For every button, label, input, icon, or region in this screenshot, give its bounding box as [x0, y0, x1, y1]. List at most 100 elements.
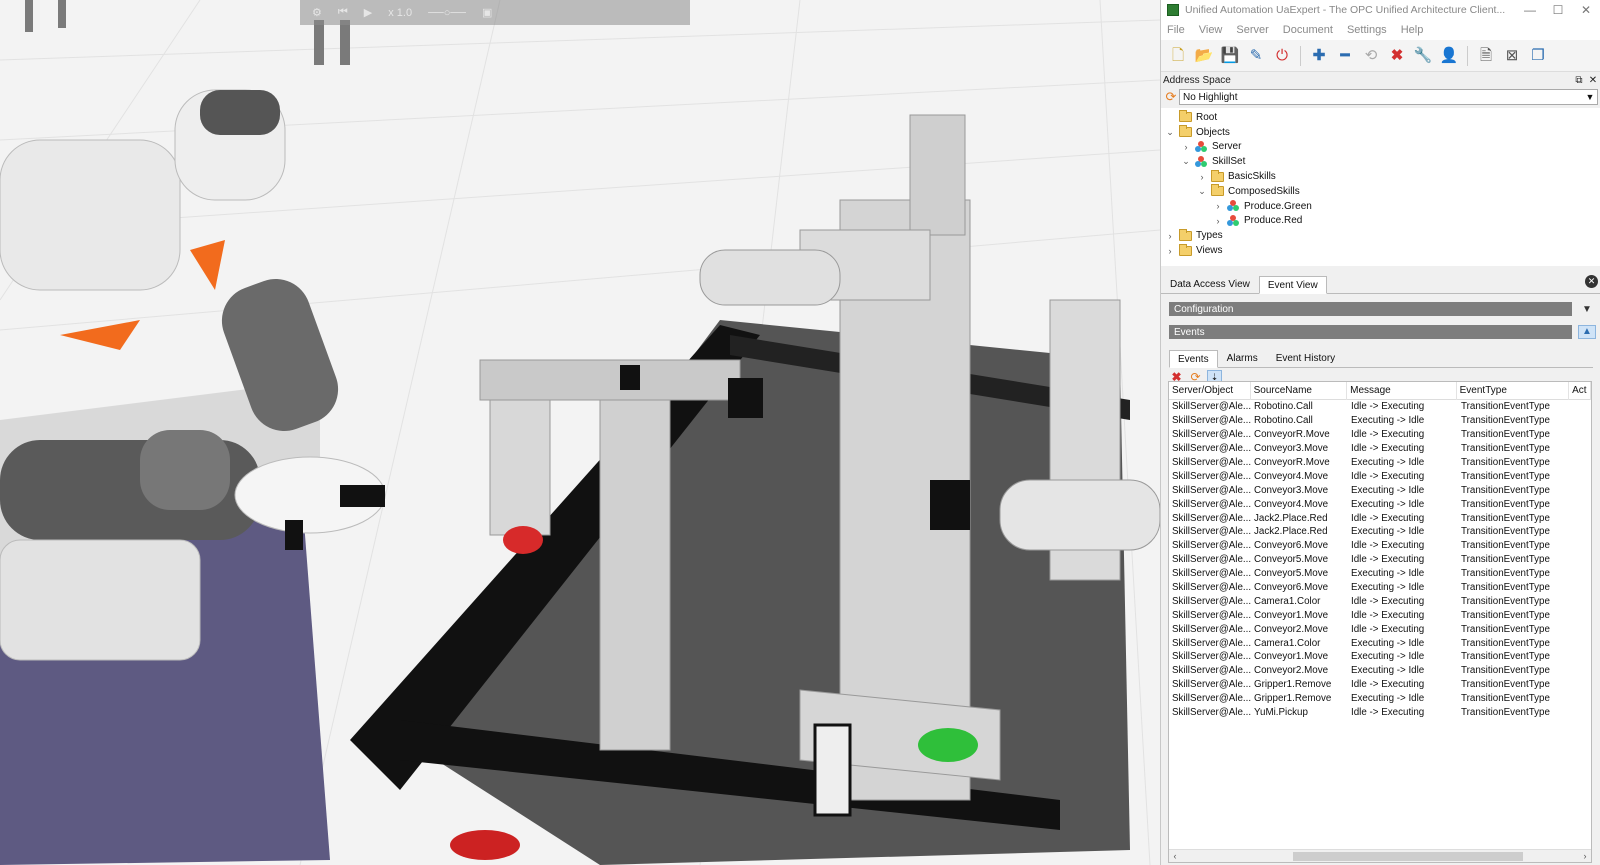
tree-node[interactable]: › Produce.Red [1161, 214, 1600, 229]
menu-document[interactable]: Document [1283, 24, 1333, 36]
address-space-header: Address Space ⧉ ✕ [1161, 72, 1600, 88]
user-icon[interactable]: 👤 [1438, 45, 1460, 67]
table-row[interactable]: SkillServer@Ale... Conveyor4.Move Idle -> … [1169, 469, 1591, 483]
table-row[interactable]: SkillServer@Ale... Jack2.Place.Red Idle ->… [1169, 511, 1591, 525]
column-act[interactable]: Act [1569, 382, 1591, 400]
table-row[interactable]: SkillServer@Ale... YuMi.Pickup Idle -> Exe… [1169, 706, 1591, 720]
table-row[interactable]: SkillServer@Ale... Conveyor3.Move Executin… [1169, 483, 1591, 497]
tree-node[interactable]: › BasicSkills [1161, 169, 1600, 184]
menu-server[interactable]: Server [1236, 24, 1268, 36]
tab-alarms[interactable]: Alarms [1218, 349, 1267, 367]
column-message[interactable]: Message [1347, 382, 1457, 400]
table-cell: SkillServer@Ale... [1172, 582, 1251, 594]
menu-help[interactable]: Help [1401, 24, 1424, 36]
tree-node[interactable]: › Server [1161, 140, 1600, 155]
expand-toggle-icon[interactable]: ⌄ [1195, 186, 1209, 197]
scroll-track[interactable] [1181, 851, 1579, 861]
tree-node[interactable]: Root [1161, 110, 1600, 125]
table-row[interactable]: SkillServer@Ale... Robotino.Call Executing… [1169, 414, 1591, 428]
menu-file[interactable]: File [1167, 24, 1185, 36]
expand-toggle-icon[interactable]: › [1163, 246, 1177, 256]
tree-node[interactable]: › Views [1161, 243, 1600, 258]
table-row[interactable]: SkillServer@Ale... Conveyor2.Move Idle -> … [1169, 622, 1591, 636]
collapse-icon[interactable]: ▲ [1578, 325, 1596, 339]
table-row[interactable]: SkillServer@Ale... ConveyorR.Move Executin… [1169, 456, 1591, 470]
column-event-type[interactable]: EventType [1457, 382, 1570, 400]
camera-icon[interactable]: ▣ [482, 6, 492, 19]
table-row[interactable]: SkillServer@Ale... Camera1.Color Executing… [1169, 636, 1591, 650]
save-as-icon[interactable]: ✎ [1245, 45, 1267, 67]
open-icon[interactable]: 📂 [1193, 45, 1215, 67]
events-section[interactable]: Events ▲ [1169, 324, 1596, 340]
close-view-icon[interactable]: ✕ [1585, 275, 1598, 288]
remove-server-icon[interactable]: ━ [1334, 45, 1356, 67]
highlight-value: No Highlight [1183, 91, 1238, 103]
table-cell: Conveyor6.Move [1254, 540, 1329, 552]
expand-icon[interactable]: ▼ [1578, 304, 1596, 315]
expand-toggle-icon[interactable]: ⌄ [1179, 156, 1193, 167]
table-cell: Executing -> Idle [1351, 568, 1425, 580]
expand-toggle-icon[interactable]: › [1179, 142, 1193, 152]
table-row[interactable]: SkillServer@Ale... Conveyor6.Move Idle -> … [1169, 539, 1591, 553]
table-row[interactable]: SkillServer@Ale... ConveyorR.Move Idle -> … [1169, 428, 1591, 442]
scroll-left-icon[interactable]: ‹ [1169, 851, 1181, 861]
scroll-thumb[interactable] [1293, 851, 1523, 861]
table-row[interactable]: SkillServer@Ale... Conveyor1.Move Executin… [1169, 650, 1591, 664]
power-icon[interactable]: ⏻ [1271, 45, 1293, 67]
speed-slider[interactable]: ──○── [428, 7, 466, 19]
horizontal-scrollbar[interactable]: ‹ › [1169, 849, 1591, 862]
tree-node[interactable]: ⌄ ComposedSkills [1161, 184, 1600, 199]
tree-node[interactable]: ⌄ Objects [1161, 125, 1600, 140]
table-row[interactable]: SkillServer@Ale... Jack2.Place.Red Executi… [1169, 525, 1591, 539]
table-row[interactable]: SkillServer@Ale... Conveyor2.Move Executin… [1169, 664, 1591, 678]
tree-node[interactable]: › Produce.Green [1161, 199, 1600, 214]
table-row[interactable]: SkillServer@Ale... Camera1.Color Idle -> E… [1169, 594, 1591, 608]
highlight-dropdown[interactable]: No Highlight ▼ [1179, 89, 1598, 105]
table-row[interactable]: SkillServer@Ale... Conveyor3.Move Idle -> … [1169, 442, 1591, 456]
table-row[interactable]: SkillServer@Ale... Gripper1.Remove Idle ->… [1169, 678, 1591, 692]
expand-toggle-icon[interactable]: › [1195, 172, 1209, 182]
new-document-icon[interactable]: 🗋 [1167, 45, 1189, 67]
scroll-right-icon[interactable]: › [1579, 851, 1591, 861]
menu-view[interactable]: View [1199, 24, 1223, 36]
expand-toggle-icon[interactable]: ⌄ [1163, 127, 1177, 138]
sync-icon[interactable]: ⟳ [1163, 89, 1179, 105]
expand-toggle-icon[interactable]: › [1163, 231, 1177, 241]
play-icon[interactable]: ▶ [364, 6, 372, 19]
disconnect-icon[interactable]: ✖ [1386, 45, 1408, 67]
table-row[interactable]: SkillServer@Ale... Conveyor1.Move Idle -> … [1169, 608, 1591, 622]
rewind-icon[interactable]: ⏮ [338, 6, 348, 19]
close-icon[interactable]: ✕ [1586, 75, 1600, 86]
table-row[interactable]: SkillServer@Ale... Conveyor5.Move Executin… [1169, 567, 1591, 581]
configuration-section[interactable]: Configuration ▼ [1169, 301, 1596, 317]
menu-settings[interactable]: Settings [1347, 24, 1387, 36]
column-source-name[interactable]: SourceName [1251, 382, 1348, 400]
settings-icon[interactable]: 🔧 [1412, 45, 1434, 67]
minimize-button[interactable]: — [1516, 3, 1544, 17]
tab-event-view[interactable]: Event View [1258, 276, 1327, 294]
connect-icon[interactable]: ⟲ [1360, 45, 1382, 67]
gear-icon[interactable]: ⚙ [312, 6, 322, 19]
close-button[interactable]: ✕ [1572, 3, 1600, 17]
add-server-icon[interactable]: ✚ [1308, 45, 1330, 67]
table-row[interactable]: SkillServer@Ale... Conveyor6.Move Executin… [1169, 581, 1591, 595]
table-row[interactable]: SkillServer@Ale... Gripper1.Remove Executi… [1169, 692, 1591, 706]
tree-node[interactable]: ⌄ SkillSet [1161, 154, 1600, 169]
expand-toggle-icon[interactable]: › [1211, 216, 1225, 226]
maximize-button[interactable]: ☐ [1544, 3, 1572, 17]
window-icon[interactable]: ❐ [1527, 45, 1549, 67]
column-server-object[interactable]: Server/Object [1169, 382, 1251, 400]
report-icon[interactable]: 🗎 [1475, 45, 1497, 67]
table-row[interactable]: SkillServer@Ale... Conveyor5.Move Idle -> … [1169, 553, 1591, 567]
table-row[interactable]: SkillServer@Ale... Robotino.Call Idle -> E… [1169, 400, 1591, 414]
expand-toggle-icon[interactable]: › [1211, 201, 1225, 211]
tab-events[interactable]: Events [1169, 350, 1218, 368]
save-icon[interactable]: 💾 [1219, 45, 1241, 67]
float-icon[interactable]: ⧉ [1572, 75, 1586, 86]
simulation-viewport[interactable]: ⚙ ⏮ ▶ x 1.0 ──○── ▣ [0, 0, 1160, 865]
delete-icon[interactable]: ⊠ [1501, 45, 1523, 67]
tab-event-history[interactable]: Event History [1267, 349, 1344, 367]
table-row[interactable]: SkillServer@Ale... Conveyor4.Move Executin… [1169, 497, 1591, 511]
tab-data-access-view[interactable]: Data Access View [1161, 275, 1259, 293]
tree-node[interactable]: › Types [1161, 228, 1600, 243]
